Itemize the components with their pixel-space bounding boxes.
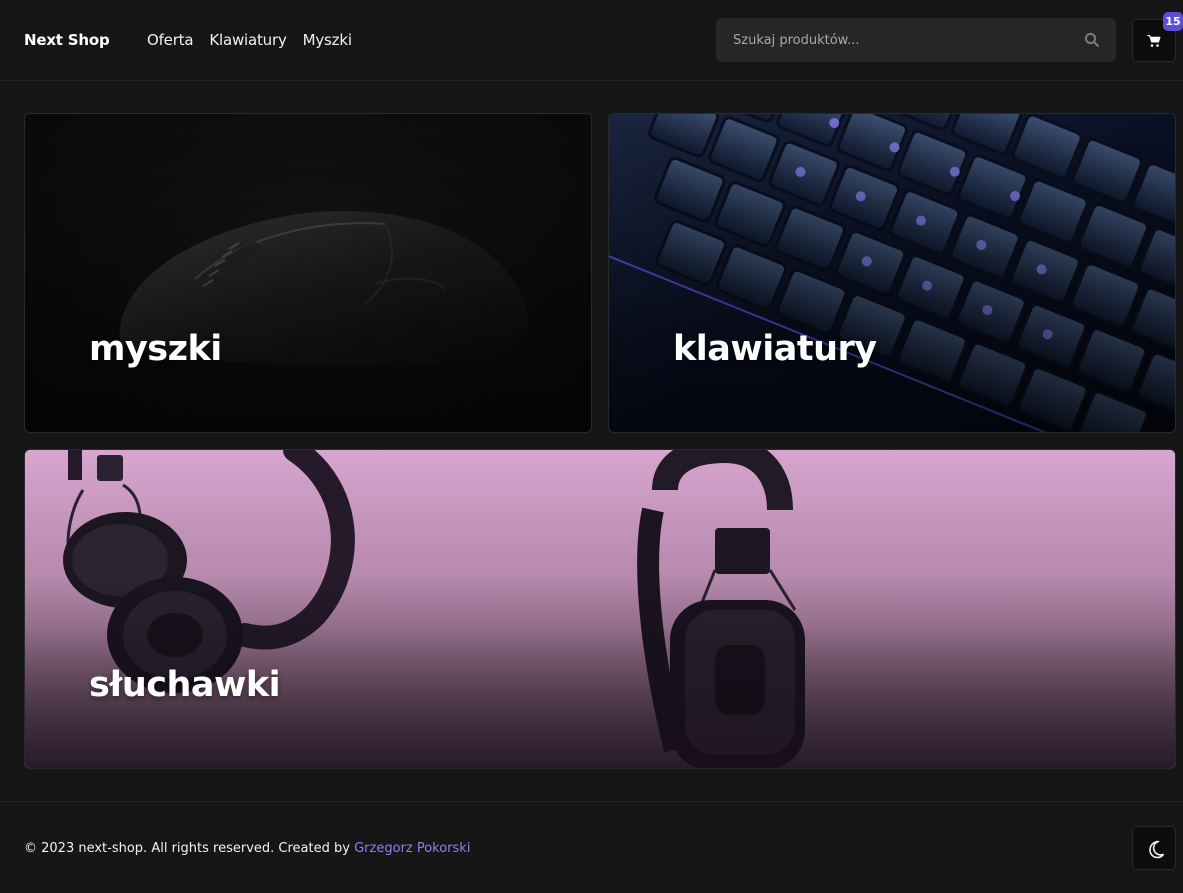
cart-count-badge: 15	[1163, 12, 1183, 31]
category-card-myszki[interactable]: myszki	[24, 113, 592, 433]
header: Next Shop Oferta Klawiatury Myszki 15	[0, 0, 1183, 81]
keyboard-image	[609, 114, 1175, 432]
search-box	[716, 18, 1116, 62]
search-icon[interactable]	[1084, 32, 1100, 48]
nav-link-oferta[interactable]: Oferta	[147, 31, 194, 49]
main-nav: Oferta Klawiatury Myszki	[147, 31, 368, 49]
category-card-sluchawki[interactable]: słuchawki	[24, 449, 1176, 769]
category-label: myszki	[89, 329, 222, 369]
category-label: słuchawki	[89, 665, 281, 705]
nav-link-klawiatury[interactable]: Klawiatury	[209, 31, 286, 49]
search-input[interactable]	[716, 18, 1116, 62]
logo[interactable]: Next Shop	[24, 31, 110, 49]
category-label: klawiatury	[673, 329, 877, 369]
nav-link-myszki[interactable]: Myszki	[303, 31, 352, 49]
category-card-klawiatury[interactable]: klawiatury	[608, 113, 1176, 433]
theme-toggle-button[interactable]	[1132, 826, 1176, 870]
copyright-text: © 2023 next-shop. All rights reserved. C…	[24, 841, 350, 856]
headphones-image	[25, 450, 1175, 768]
cart-icon	[1147, 35, 1161, 47]
mouse-image	[25, 114, 591, 432]
footer-copyright: © 2023 next-shop. All rights reserved. C…	[24, 841, 470, 856]
footer-divider	[0, 801, 1183, 802]
author-link[interactable]: Grzegorz Pokorski	[354, 841, 470, 856]
moon-icon	[1149, 840, 1164, 859]
